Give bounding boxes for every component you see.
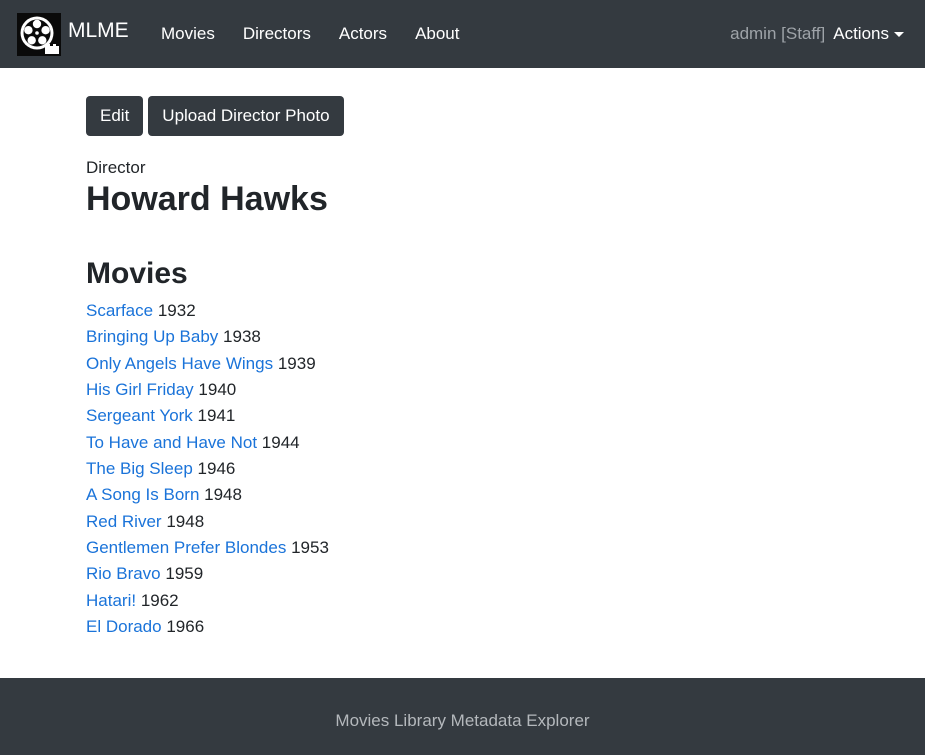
actions-label: Actions [833,24,889,43]
movie-title-link[interactable]: Sergeant York [86,406,193,425]
nav-link-movies[interactable]: Movies [147,0,229,68]
movie-year: 1946 [197,458,236,478]
footer-text: Movies Library Metadata Explorer [335,710,590,730]
movie-title-link[interactable]: Scarface [86,301,153,320]
movie-title-link[interactable]: To Have and Have Not [86,433,257,452]
movie-title-link[interactable]: Red River [86,512,162,531]
movie-title-link[interactable]: Bringing Up Baby [86,327,218,346]
movie-title-link[interactable]: El Dorado [86,617,162,636]
list-item: Bringing Up Baby 1938 [86,324,846,350]
brand-name: MLME [68,18,129,42]
director-detail: Edit Upload Director Photo Director Howa… [86,96,846,640]
movie-year: 1939 [277,353,316,373]
nav-link-about[interactable]: About [401,0,473,68]
movie-title-link[interactable]: The Big Sleep [86,459,193,478]
action-buttons: Edit Upload Director Photo [86,96,846,136]
main-nav: Movies Directors Actors About [147,0,474,68]
current-user-label: admin [Staff] [730,24,826,43]
movie-year: 1948 [204,485,242,505]
movie-title-link[interactable]: Only Angels Have Wings [86,354,273,373]
movie-title-link[interactable]: Hatari! [86,591,136,610]
movie-year: 1948 [166,511,205,531]
upload-director-photo-button[interactable]: Upload Director Photo [148,96,344,136]
list-item: A Song Is Born 1948 [86,482,846,508]
top-navbar: MLME Movies Directors Actors About admin… [0,0,925,68]
movie-title-link[interactable]: His Girl Friday [86,380,194,399]
movies-heading: Movies [86,257,188,290]
movie-list: Scarface 1932 Bringing Up Baby 1938 Only A… [86,298,846,640]
film-reel-icon [17,12,61,56]
nav-link-actors[interactable]: Actors [325,0,401,68]
list-item: Only Angels Have Wings 1939 [86,351,846,377]
movie-title-link[interactable]: Gentlemen Prefer Blondes [86,538,286,557]
entity-type-label: Director [86,158,146,177]
movie-year: 1959 [165,564,204,584]
movie-year: 1940 [198,379,237,399]
list-item: The Big Sleep 1946 [86,456,846,482]
caret-down-icon [894,31,904,37]
movie-year: 1932 [157,301,196,320]
page-footer: Movies Library Metadata Explorer [0,678,925,755]
movie-year: 1962 [140,590,179,610]
director-name: Howard Hawks [86,180,328,218]
list-item: El Dorado 1966 [86,614,846,640]
list-item: His Girl Friday 1940 [86,377,846,403]
list-item: Hatari! 1962 [86,588,846,614]
brand-link[interactable]: MLME [17,12,129,56]
movie-title-link[interactable]: Rio Bravo [86,564,161,583]
list-item: Gentlemen Prefer Blondes 1953 [86,535,846,561]
edit-button[interactable]: Edit [86,96,144,136]
nav-link-directors[interactable]: Directors [229,0,325,68]
movie-year: 1944 [261,432,300,452]
list-item: Rio Bravo 1959 [86,561,846,587]
list-item: Red River 1948 [86,509,846,535]
list-item: To Have and Have Not 1944 [86,430,846,456]
movie-year: 1938 [223,327,261,347]
list-item: Sergeant York 1941 [86,403,846,429]
movie-year: 1966 [166,616,205,636]
actions-dropdown-toggle[interactable]: Actions [833,24,904,44]
list-item: Scarface 1932 [86,298,846,324]
movie-year: 1941 [197,406,236,426]
movie-title-link[interactable]: A Song Is Born [86,485,199,504]
user-menu-area: admin [Staff] Actions [730,0,904,68]
movie-year: 1953 [291,537,329,557]
